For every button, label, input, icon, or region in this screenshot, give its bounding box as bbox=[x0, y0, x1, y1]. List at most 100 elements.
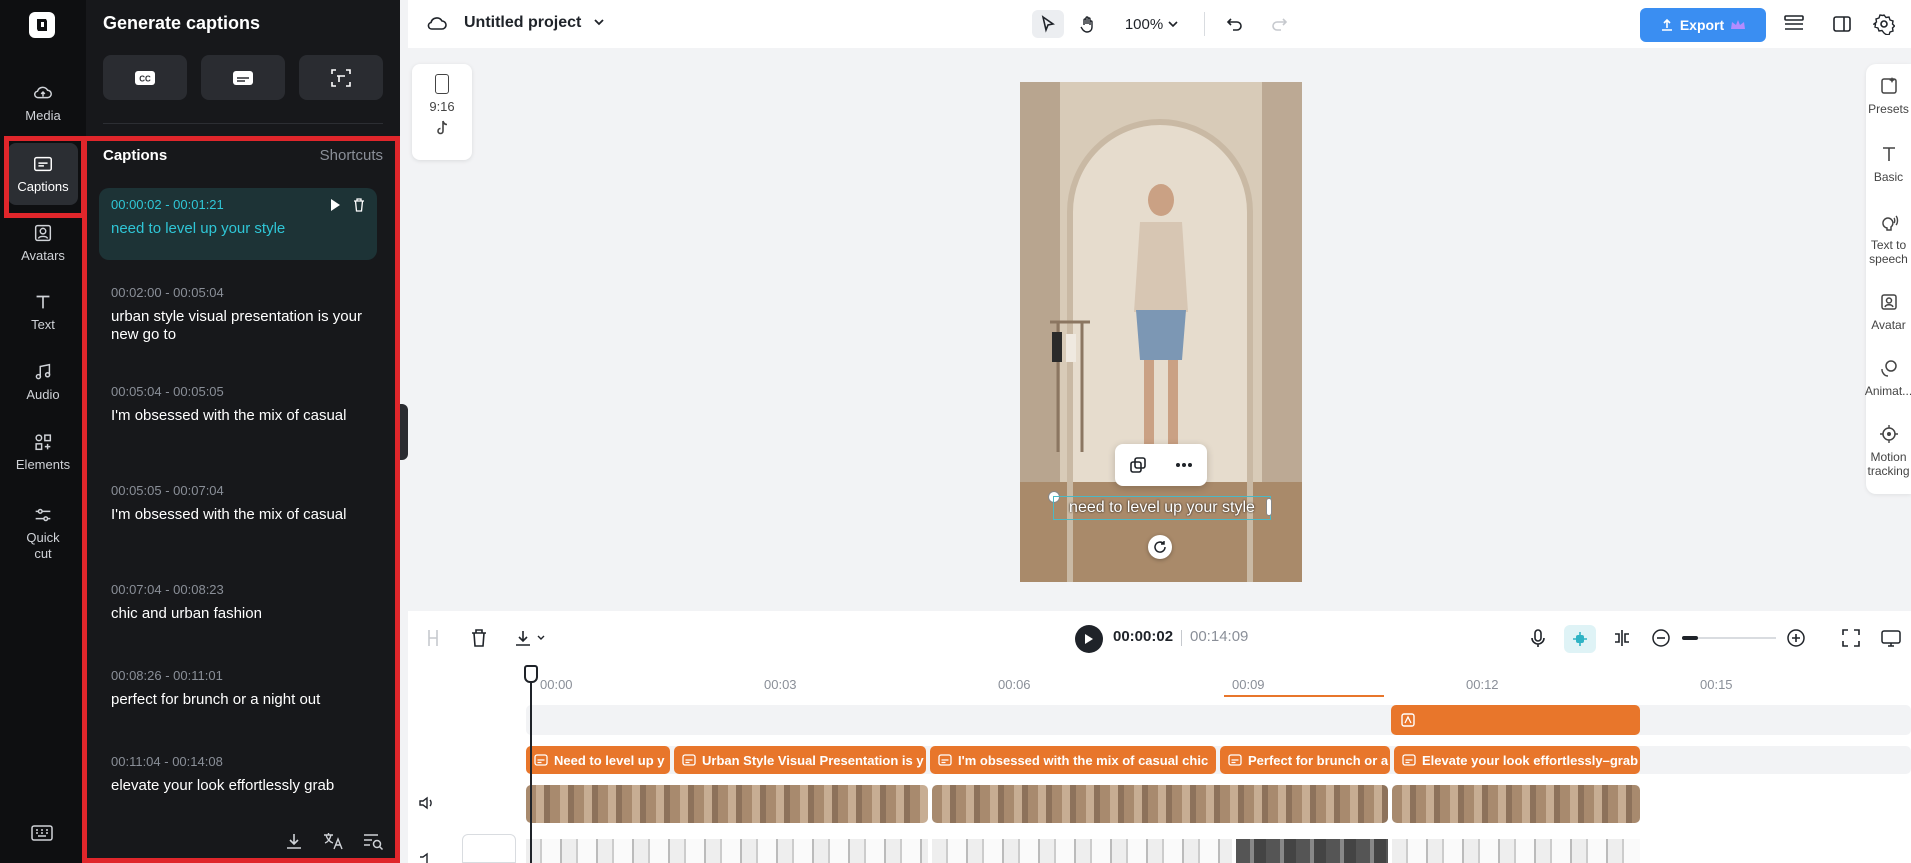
caption-text[interactable]: need to level up your style bbox=[111, 220, 365, 238]
download-dropdown[interactable] bbox=[514, 628, 546, 648]
caption-text[interactable]: I'm obsessed with the mix of casual bbox=[111, 506, 365, 524]
caption-overlay-text[interactable]: need to level up your style bbox=[1053, 496, 1271, 520]
rail-item-avatars[interactable]: Avatars bbox=[8, 212, 78, 274]
caption-item[interactable]: 00:05:05 - 00:07:04 I'm obsessed with th… bbox=[99, 474, 377, 532]
track-collapse-button[interactable] bbox=[462, 834, 516, 863]
zoom-dropdown[interactable]: 100% bbox=[1120, 10, 1184, 38]
translate-icon[interactable] bbox=[322, 831, 344, 851]
zoom-out-icon bbox=[1652, 629, 1670, 647]
track-audio-toggle[interactable] bbox=[418, 851, 436, 863]
subtitle-button[interactable] bbox=[201, 55, 285, 100]
text-clip[interactable] bbox=[1391, 705, 1640, 735]
caption-text[interactable]: I'm obsessed with the mix of casual bbox=[111, 407, 365, 425]
play-button[interactable] bbox=[1075, 625, 1103, 653]
prop-label: Text to speech bbox=[1869, 238, 1908, 266]
undo-button[interactable] bbox=[1220, 10, 1250, 38]
text-icon bbox=[36, 295, 50, 309]
broll-clip[interactable] bbox=[1236, 839, 1388, 863]
aspect-ratio-card[interactable]: 9:16 bbox=[412, 64, 472, 160]
layers-button[interactable] bbox=[1783, 14, 1805, 39]
caption-clip-label: Urban Style Visual Presentation is y bbox=[702, 752, 924, 768]
play-icon[interactable] bbox=[329, 198, 341, 212]
broll-clip[interactable] bbox=[932, 839, 1232, 863]
rail-item-audio[interactable]: Audio bbox=[8, 351, 78, 413]
prop-animation[interactable]: Animat... bbox=[1865, 358, 1911, 398]
split-audio-button[interactable] bbox=[1612, 628, 1632, 653]
preview-mode-button[interactable] bbox=[1880, 628, 1902, 653]
redo-button[interactable] bbox=[1264, 10, 1294, 38]
captions-icon bbox=[1228, 754, 1242, 766]
keyboard-shortcuts-button[interactable] bbox=[31, 824, 53, 847]
caption-clip[interactable]: Urban Style Visual Presentation is y bbox=[674, 746, 926, 774]
project-menu-button[interactable] bbox=[592, 15, 606, 34]
project-title[interactable]: Untitled project bbox=[464, 14, 581, 32]
caption-item[interactable]: 00:07:04 - 00:08:23 chic and urban fashi… bbox=[99, 573, 377, 631]
trash-icon[interactable] bbox=[353, 198, 365, 212]
caption-text[interactable]: elevate your look effortlessly grab bbox=[111, 777, 365, 795]
zoom-in-button[interactable] bbox=[1786, 628, 1806, 653]
caption-time: 00:02:00 - 00:05:04 bbox=[111, 285, 224, 300]
rail-item-text[interactable]: Text bbox=[8, 281, 78, 343]
duplicate-icon[interactable] bbox=[1129, 456, 1147, 474]
broll-clip[interactable] bbox=[526, 839, 928, 863]
caption-item[interactable]: 00:08:26 - 00:11:01 perfect for brunch o… bbox=[99, 659, 377, 717]
auto-caption-button[interactable] bbox=[299, 55, 383, 100]
closed-captions-button[interactable]: CC bbox=[103, 55, 187, 100]
rail-item-media[interactable]: Media bbox=[8, 72, 78, 134]
caption-clip-label: Need to level up y bbox=[554, 752, 665, 768]
broll-clip[interactable] bbox=[1392, 839, 1640, 863]
delete-button[interactable] bbox=[470, 628, 488, 653]
caption-item[interactable]: 00:00:02 - 00:01:21 need to level up you… bbox=[99, 188, 377, 260]
caption-clip[interactable]: Perfect for brunch or a bbox=[1220, 746, 1390, 774]
panel-collapse-handle[interactable] bbox=[400, 404, 408, 460]
playhead[interactable] bbox=[530, 667, 532, 863]
aspect-ratio-label: 9:16 bbox=[429, 99, 455, 114]
rail-item-captions[interactable]: Captions bbox=[8, 143, 78, 205]
split-button[interactable] bbox=[424, 628, 442, 653]
caption-item[interactable]: 00:05:04 - 00:05:05 I'm obsessed with th… bbox=[99, 375, 377, 433]
fullscreen-button[interactable] bbox=[1841, 628, 1861, 653]
prop-basic[interactable]: Basic bbox=[1866, 144, 1911, 184]
settings-button[interactable] bbox=[1872, 13, 1896, 40]
rail-item-label: Avatars bbox=[21, 248, 65, 263]
caption-text[interactable]: chic and urban fashion bbox=[111, 605, 365, 623]
width-handle[interactable] bbox=[1266, 498, 1272, 516]
caption-text[interactable]: urban style visual presentation is your … bbox=[111, 308, 365, 344]
layout-button[interactable] bbox=[1832, 14, 1852, 39]
caption-clip[interactable]: I'm obsessed with the mix of casual chic bbox=[930, 746, 1216, 774]
caption-item[interactable]: 00:11:04 - 00:14:08 elevate your look ef… bbox=[99, 745, 377, 803]
rotate-handle[interactable] bbox=[1148, 535, 1172, 559]
prop-text-to-speech[interactable]: Text to speech bbox=[1866, 212, 1911, 266]
caption-item[interactable]: 00:02:00 - 00:05:04 urban style visual p… bbox=[99, 276, 377, 352]
select-tool-button[interactable] bbox=[1032, 10, 1064, 38]
caption-clip[interactable]: Elevate your look effortlessly–grab bbox=[1394, 746, 1640, 774]
caption-text[interactable]: perfect for brunch or a night out bbox=[111, 691, 365, 709]
download-icon[interactable] bbox=[284, 831, 304, 851]
more-icon[interactable] bbox=[1175, 462, 1193, 468]
zoom-out-button[interactable] bbox=[1651, 628, 1671, 653]
layers-icon bbox=[1784, 15, 1804, 30]
prop-presets[interactable]: Presets bbox=[1866, 76, 1911, 116]
video-clip[interactable] bbox=[932, 785, 1388, 823]
export-button[interactable]: Export bbox=[1640, 8, 1766, 42]
prop-motion-tracking[interactable]: Motion tracking bbox=[1866, 424, 1911, 478]
zoom-slider-thumb[interactable] bbox=[1682, 636, 1698, 640]
video-clip[interactable] bbox=[1392, 785, 1640, 823]
prop-label: Basic bbox=[1873, 170, 1904, 184]
panel-layout-icon bbox=[1833, 16, 1851, 32]
shortcuts-link[interactable]: Shortcuts bbox=[320, 147, 383, 164]
rail-item-quick-cut[interactable]: Quick cut bbox=[8, 497, 78, 569]
video-clip[interactable] bbox=[526, 785, 928, 823]
track-audio-toggle[interactable] bbox=[418, 794, 436, 817]
rail-item-elements[interactable]: Elements bbox=[8, 421, 78, 483]
hand-tool-button[interactable] bbox=[1072, 10, 1104, 38]
playhead-handle[interactable] bbox=[524, 665, 538, 683]
record-voice-button[interactable] bbox=[1530, 628, 1546, 653]
captions-icon bbox=[34, 156, 52, 172]
prop-avatar[interactable]: Avatar bbox=[1866, 292, 1911, 332]
app-logo[interactable] bbox=[29, 12, 55, 38]
caption-clip[interactable]: Need to level up y bbox=[526, 746, 670, 774]
find-replace-icon[interactable] bbox=[362, 831, 384, 851]
snap-toggle[interactable] bbox=[1564, 625, 1596, 653]
cloud-save-button[interactable] bbox=[426, 13, 448, 38]
